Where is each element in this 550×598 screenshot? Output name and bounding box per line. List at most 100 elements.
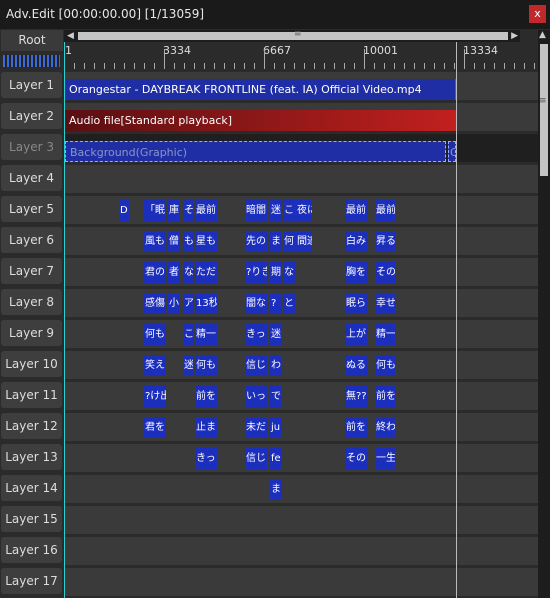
text-clip[interactable]: 「眠 xyxy=(144,200,166,221)
scroll-left-icon[interactable]: ◀ xyxy=(67,30,74,42)
text-clip[interactable]: こ xyxy=(283,200,295,221)
layer-button-2[interactable]: Layer 2 xyxy=(1,103,62,129)
text-clip[interactable]: 風も xyxy=(144,231,166,252)
scroll-right-icon[interactable]: ▶ xyxy=(511,30,518,42)
text-clip[interactable]: 感傷 xyxy=(144,293,166,314)
vertical-scroll-thumb[interactable] xyxy=(540,44,548,176)
text-clip[interactable]: 君を xyxy=(144,417,166,438)
layer-track-7[interactable] xyxy=(64,258,538,287)
layer-track-17[interactable] xyxy=(64,568,538,597)
text-clip[interactable]: ?け出 xyxy=(144,386,166,407)
vertical-scrollbar[interactable]: ▲ ≡ xyxy=(538,30,550,598)
text-clip[interactable]: 笑え xyxy=(144,355,166,376)
layer-button-1[interactable]: Layer 1 xyxy=(1,72,62,98)
text-clip[interactable]: 何も xyxy=(375,355,395,376)
text-clip[interactable]: その xyxy=(375,262,395,283)
text-clip[interactable]: 先の xyxy=(245,231,267,252)
text-clip[interactable]: ま xyxy=(270,479,282,500)
text-clip[interactable]: 最前 xyxy=(345,200,367,221)
text-clip[interactable]: 止ま xyxy=(195,417,217,438)
text-clip[interactable]: ただ xyxy=(195,262,217,283)
layer-button-15[interactable]: Layer 15 xyxy=(1,506,62,532)
text-clip[interactable]: いっ xyxy=(245,386,267,407)
layer-button-6[interactable]: Layer 6 xyxy=(1,227,62,253)
background-clip[interactable]: Background(Graphic) xyxy=(65,141,446,162)
layer-track-9[interactable] xyxy=(64,320,538,349)
video-clip[interactable]: Orangestar - DAYBREAK FRONTLINE (feat. I… xyxy=(65,79,456,100)
text-clip[interactable]: 暗闇 xyxy=(245,200,267,221)
layer-button-17[interactable]: Layer 17 xyxy=(1,568,62,594)
audio-clip[interactable]: Audio file[Standard playback] xyxy=(65,110,456,131)
layer-button-10[interactable]: Layer 10 xyxy=(1,351,62,377)
text-clip[interactable]: きっ xyxy=(245,324,267,345)
text-clip[interactable]: ま xyxy=(270,231,282,252)
text-clip[interactable]: で xyxy=(270,386,282,407)
text-clip[interactable]: 僧 xyxy=(168,231,180,252)
text-clip[interactable]: 眠ら xyxy=(345,293,367,314)
text-clip[interactable]: 何 xyxy=(283,231,295,252)
text-clip[interactable]: そ xyxy=(183,200,193,221)
layer-button-3[interactable]: Layer 3 xyxy=(1,134,62,160)
text-clip[interactable]: 上が xyxy=(345,324,367,345)
time-ruler[interactable]: 1 3334 6667 10001 13334 xyxy=(64,42,538,69)
text-clip[interactable]: 前を xyxy=(345,417,367,438)
layer-track-12[interactable] xyxy=(64,413,538,442)
text-clip[interactable]: 何も xyxy=(144,324,166,345)
text-clip[interactable]: 終わ xyxy=(375,417,395,438)
layer-button-8[interactable]: Layer 8 xyxy=(1,289,62,315)
text-clip[interactable]: わ xyxy=(270,355,282,376)
text-clip[interactable]: fe xyxy=(270,448,282,469)
text-clip[interactable]: 庫 xyxy=(168,200,180,221)
text-clip[interactable]: 幸せ xyxy=(375,293,395,314)
text-clip[interactable]: と xyxy=(283,293,295,314)
layer-button-12[interactable]: Layer 12 xyxy=(1,413,62,439)
layer-button-7[interactable]: Layer 7 xyxy=(1,258,62,284)
text-clip[interactable]: ju xyxy=(270,417,282,438)
layer-button-11[interactable]: Layer 11 xyxy=(1,382,62,408)
layer-track-13[interactable] xyxy=(64,444,538,473)
text-clip[interactable]: ぬる xyxy=(345,355,367,376)
text-clip[interactable]: 最前 xyxy=(375,200,395,221)
text-clip[interactable]: 迷 xyxy=(183,355,193,376)
horizontal-scrollbar[interactable]: ◀ ≡ ▶ xyxy=(64,29,520,42)
text-clip[interactable]: 星も xyxy=(195,231,217,252)
text-clip[interactable]: 信じ xyxy=(245,355,267,376)
text-clip[interactable]: ア xyxy=(183,293,193,314)
text-clip[interactable]: ?りき xyxy=(245,262,267,283)
text-clip[interactable]: 前を xyxy=(195,386,217,407)
text-clip[interactable]: 精一 xyxy=(195,324,217,345)
text-clip[interactable]: 13秒 xyxy=(195,293,217,314)
layer-button-5[interactable]: Layer 5 xyxy=(1,196,62,222)
root-button[interactable]: Root xyxy=(1,30,63,51)
text-clip[interactable]: 小 xyxy=(168,293,180,314)
horizontal-scroll-thumb[interactable] xyxy=(78,32,508,40)
layer-track-15[interactable] xyxy=(64,506,538,535)
text-clip[interactable]: D xyxy=(119,200,129,221)
text-clip[interactable]: 迷 xyxy=(270,200,282,221)
text-clip[interactable]: 精一 xyxy=(375,324,395,345)
text-clip[interactable]: 迷 xyxy=(270,324,282,345)
layer-button-4[interactable]: Layer 4 xyxy=(1,165,62,191)
text-clip[interactable]: 胸を xyxy=(345,262,367,283)
layer-track-8[interactable] xyxy=(64,289,538,318)
text-clip[interactable]: も xyxy=(183,231,193,252)
text-clip[interactable]: 最前 xyxy=(195,200,217,221)
layer-button-16[interactable]: Layer 16 xyxy=(1,537,62,563)
close-button[interactable]: x xyxy=(529,5,546,23)
text-clip[interactable]: ? xyxy=(270,293,282,314)
layer-button-14[interactable]: Layer 14 xyxy=(1,475,62,501)
text-clip[interactable]: な xyxy=(183,262,193,283)
layer-track-10[interactable] xyxy=(64,351,538,380)
layer-track-14[interactable] xyxy=(64,475,538,504)
text-clip[interactable]: 期 xyxy=(270,262,282,283)
text-clip[interactable]: 一生 xyxy=(375,448,395,469)
layer-track-4[interactable] xyxy=(64,165,538,194)
text-clip[interactable]: 未だ xyxy=(245,417,267,438)
text-clip[interactable]: 前を xyxy=(375,386,395,407)
text-clip[interactable]: 何も xyxy=(195,355,217,376)
text-clip[interactable]: 白み xyxy=(345,231,367,252)
text-clip[interactable]: こ xyxy=(183,324,193,345)
playhead-cursor[interactable] xyxy=(64,42,65,598)
layer-track-16[interactable] xyxy=(64,537,538,566)
layer-button-13[interactable]: Layer 13 xyxy=(1,444,62,470)
